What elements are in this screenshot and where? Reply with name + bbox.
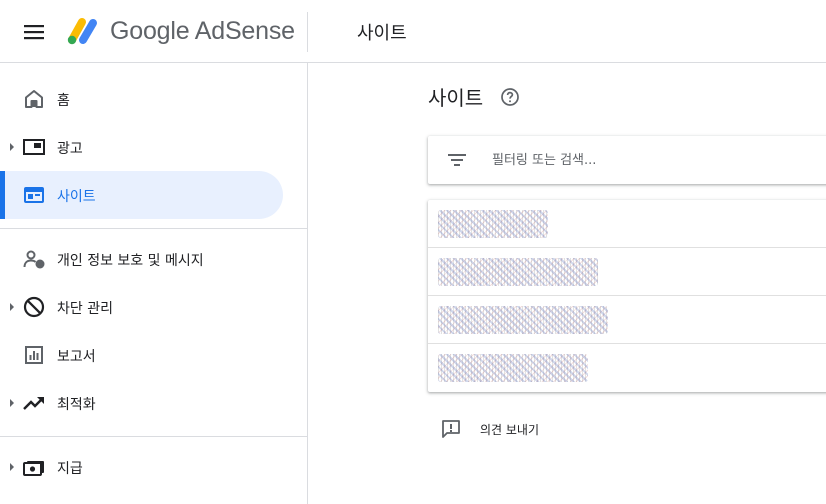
sidebar-item-optimization[interactable]: 최적화	[0, 379, 283, 427]
site-row[interactable]	[428, 296, 826, 344]
sidebar-item-label: 홈	[57, 93, 70, 109]
send-feedback-label: 의견 보내기	[480, 423, 540, 437]
sidebar-item-reports[interactable]: 보고서	[0, 331, 283, 379]
reports-icon	[22, 343, 46, 367]
hamburger-menu-icon[interactable]	[22, 21, 46, 43]
top-app-bar: Google AdSense 사이트	[0, 0, 826, 63]
expand-caret-icon[interactable]	[10, 463, 14, 471]
sidebar-item-sites[interactable]: 사이트	[0, 171, 283, 219]
feedback-icon	[440, 418, 462, 440]
sidebar-item-label: 최적화	[57, 397, 96, 413]
sidebar-divider	[0, 228, 308, 229]
site-row[interactable]	[428, 248, 826, 296]
expand-caret-icon[interactable]	[10, 143, 14, 151]
adsense-logo[interactable]	[64, 16, 100, 46]
filter-search-input[interactable]	[492, 148, 812, 172]
site-row[interactable]	[428, 200, 826, 248]
page-title: 사이트	[428, 86, 484, 110]
help-icon[interactable]	[500, 87, 520, 107]
sites-list	[428, 200, 826, 392]
filter-bar	[428, 136, 826, 184]
home-icon	[22, 87, 46, 111]
sites-icon	[22, 183, 46, 207]
sidebar-item-ads[interactable]: 광고	[0, 123, 283, 171]
sidebar-item-label: 사이트	[57, 189, 96, 205]
header-page-title: 사이트	[357, 23, 407, 44]
sidebar-item-label: 차단 관리	[57, 301, 113, 317]
payments-icon	[22, 455, 46, 479]
sidebar-item-label: 개인 정보 보호 및 메시지	[57, 253, 204, 269]
sidebar-nav: 홈 광고 사이트 개인 정보 보호 및 메시지 차단 관리 보고서 최적화 지급	[0, 63, 308, 504]
trending-up-icon	[22, 391, 46, 415]
expand-caret-icon[interactable]	[10, 399, 14, 407]
expand-caret-icon[interactable]	[10, 303, 14, 311]
privacy-messaging-icon	[22, 247, 46, 271]
sidebar-item-home[interactable]: 홈	[0, 75, 283, 123]
sidebar-item-label: 광고	[57, 141, 83, 157]
sidebar-divider	[0, 436, 308, 437]
brand-name: Google AdSense	[110, 17, 295, 45]
filter-list-icon[interactable]	[446, 149, 468, 171]
redacted-site-name	[438, 306, 608, 334]
block-icon	[22, 295, 46, 319]
redacted-site-name	[438, 258, 598, 286]
sidebar-item-label: 지급	[57, 461, 83, 477]
sidebar-item-privacy-messaging[interactable]: 개인 정보 보호 및 메시지	[0, 235, 283, 283]
sidebar-item-payments[interactable]: 지급	[0, 443, 283, 491]
send-feedback-button[interactable]: 의견 보내기	[440, 416, 640, 442]
redacted-site-name	[438, 210, 548, 238]
ads-icon	[22, 135, 46, 159]
sidebar-item-blocking-controls[interactable]: 차단 관리	[0, 283, 283, 331]
site-row[interactable]	[428, 344, 826, 392]
header-divider	[307, 12, 308, 52]
active-indicator	[0, 171, 5, 219]
sidebar-item-label: 보고서	[57, 349, 96, 365]
redacted-site-name	[438, 354, 588, 382]
